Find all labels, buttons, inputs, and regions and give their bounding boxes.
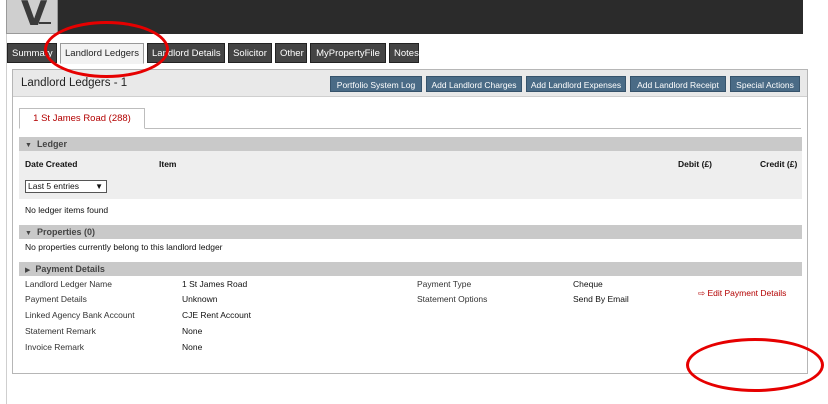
ledger-section-title: Ledger (36, 139, 67, 149)
entries-filter-value: Last 5 entries (28, 181, 80, 191)
annotation-circle-edit-link (686, 338, 824, 392)
bank-account-value: CJE Rent Account (182, 310, 251, 320)
statement-options-value: Send By Email (573, 294, 629, 304)
add-landlord-expenses-button[interactable]: Add Landlord Expenses (526, 76, 626, 92)
invoice-remark-value: None (182, 342, 203, 352)
portfolio-system-log-button[interactable]: Portfolio System Log (330, 76, 422, 92)
special-actions-button[interactable]: Special Actions (730, 76, 800, 92)
app-logo[interactable]: V (6, 0, 58, 34)
add-landlord-receipt-button[interactable]: Add Landlord Receipt (630, 76, 726, 92)
entries-filter-select[interactable]: Last 5 entries ▼ (25, 180, 107, 193)
properties-empty-message: No properties currently belong to this l… (25, 242, 223, 252)
column-item: Item (159, 159, 177, 169)
tab-solicitor[interactable]: Solicitor (228, 43, 272, 63)
payment-type-value: Cheque (573, 279, 603, 289)
statement-remark-label: Statement Remark (25, 326, 96, 336)
logo-glyph: V (21, 0, 48, 34)
add-landlord-charges-button[interactable]: Add Landlord Charges (426, 76, 522, 92)
statement-options-label: Statement Options (417, 294, 488, 304)
panel-title: Landlord Ledgers - 1 (21, 77, 128, 89)
properties-section-header[interactable]: ▼ Properties (0) (19, 225, 802, 239)
properties-section-title: Properties (0) (36, 227, 95, 237)
collapse-triangle-icon: ▼ (25, 142, 32, 149)
annotation-circle-tab (44, 21, 169, 78)
ledger-section-header[interactable]: ▼ Ledger (19, 137, 802, 151)
payment-details-section-header[interactable]: ▶ Payment Details (19, 262, 802, 276)
payment-type-label: Payment Type (417, 279, 472, 289)
column-debit: Debit (£) (678, 159, 712, 169)
ledger-table: Date Created Item Debit (£) Credit (£) (19, 151, 802, 199)
expand-triangle-icon: ▶ (25, 267, 31, 274)
collapse-triangle-icon: ▼ (25, 230, 32, 237)
chevron-down-icon: ▼ (95, 182, 103, 191)
payment-details-section-title: Payment Details (35, 264, 105, 274)
invoice-remark-label: Invoice Remark (25, 342, 85, 352)
logo-underline (39, 22, 51, 24)
tab-notes[interactable]: Notes (389, 43, 419, 63)
bank-account-label: Linked Agency Bank Account (25, 310, 135, 320)
statement-remark-value: None (182, 326, 203, 336)
payment-details-label: Payment Details (25, 294, 87, 304)
landlord-ledgers-panel: Landlord Ledgers - 1 Portfolio System Lo… (12, 69, 808, 374)
tab-other[interactable]: Other (275, 43, 307, 63)
payment-details-value: Unknown (182, 294, 218, 304)
ledger-name-label: Landlord Ledger Name (25, 279, 112, 289)
ledger-name-value: 1 St James Road (182, 279, 248, 289)
column-date-created: Date Created (25, 159, 78, 169)
property-tab[interactable]: 1 St James Road (288) (19, 108, 145, 129)
ledger-empty-message: No ledger items found (25, 205, 109, 215)
edit-payment-details-link[interactable]: ⇨ Edit Payment Details (698, 288, 786, 299)
column-credit: Credit (£) (760, 159, 798, 169)
header-bar (58, 0, 803, 34)
edit-payment-details-label: Edit Payment Details (707, 288, 787, 298)
tab-mypropertyfile[interactable]: MyPropertyFile (310, 43, 386, 63)
